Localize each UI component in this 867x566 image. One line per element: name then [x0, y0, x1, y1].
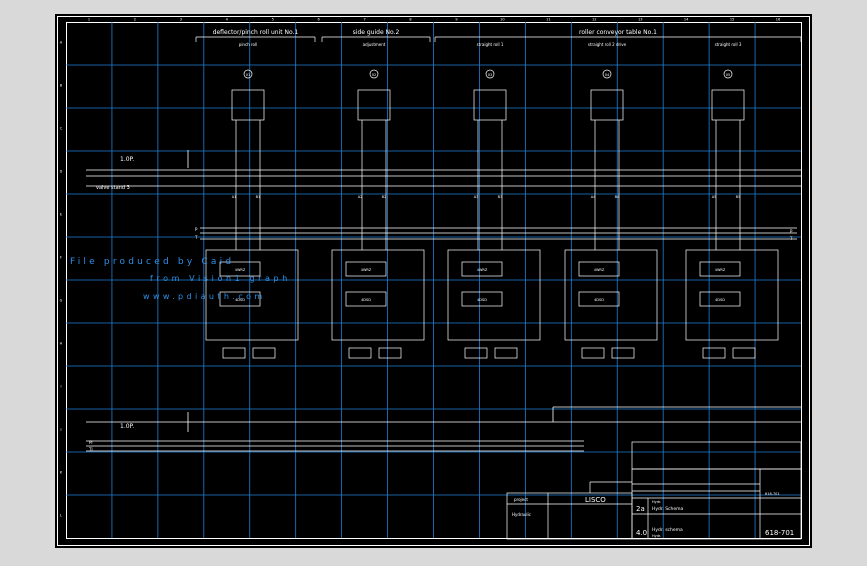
watermark-line-3: www.pdiauth.com [143, 292, 266, 301]
port-b-label: B1 [256, 195, 261, 199]
section-title: roller conveyor table No.1 [579, 29, 657, 36]
line-t-right: T [789, 236, 793, 241]
grid-row-ref: I [60, 385, 61, 389]
hydraulic-schematic-sheet: deflector/pinch roll unit No.1 side guide… [55, 14, 812, 548]
revision-code-2: 4.0 [636, 529, 647, 537]
section-title: deflector/pinch roll unit No.1 [213, 29, 299, 36]
bottom-level-label: 1.0P. [120, 423, 134, 430]
grid-column-ref: 9 [455, 18, 457, 22]
port-b-label: B3 [498, 195, 503, 199]
title-line-1: Hydr. Schema [652, 506, 684, 512]
valve-type-label: 4WRZ [477, 268, 488, 272]
section-title: side guide No.2 [353, 29, 400, 36]
title-sub-1: Hydr. [652, 500, 661, 504]
port-b-label: B4 [615, 195, 620, 199]
port-a-label: A5 [712, 195, 717, 199]
project-label: project [514, 497, 528, 502]
grid-column-ref: 7 [363, 18, 365, 22]
actuator-title: adjustment [363, 42, 386, 47]
actuator-tag: 05 [726, 73, 730, 77]
port-a-label: A4 [591, 195, 596, 199]
line-pl-label: Pl [89, 440, 93, 445]
grid-column-ref: 10 [500, 18, 504, 22]
language-code: LISCO [585, 496, 606, 504]
grid-column-ref: 12 [592, 18, 596, 22]
revision-code: 2a [636, 505, 645, 513]
drawing-number-small: 618-701 [765, 492, 780, 496]
grid-column-ref: 3 [180, 18, 182, 22]
watermark-line-2: from Vision1 graph [150, 274, 291, 283]
valve-type-label: 4WRZ [594, 268, 605, 272]
valve-type-label: 4DSD [477, 298, 487, 302]
grid-column-ref: 16 [776, 18, 780, 22]
valve-type-label: 4DSD [715, 298, 725, 302]
port-b-label: B2 [382, 195, 387, 199]
grid-row-ref: D [60, 170, 63, 174]
grid-column-ref: 1 [88, 18, 90, 22]
grid-column-ref: 11 [546, 18, 550, 22]
valve-type-label: 4WRZ [715, 268, 726, 272]
actuator-title: straight roll 1 [477, 42, 504, 47]
actuator-tag: 01 [246, 73, 250, 77]
port-b-label: B5 [736, 195, 741, 199]
valve-type-label: 4DSD [361, 298, 371, 302]
grid-column-ref: 6 [318, 18, 320, 22]
valve-type-label: 4DSD [594, 298, 604, 302]
title-sub-2: Hydr. [652, 534, 661, 538]
valve-type-label: 4WRZ [361, 268, 372, 272]
line-t-left: T [194, 235, 198, 240]
actuator-title: pinch roll [239, 42, 257, 47]
grid-row-ref: G [60, 299, 63, 303]
grid-row-ref: H [60, 342, 63, 346]
grid-column-ref: 14 [684, 18, 689, 22]
grid-column-ref: 2 [134, 18, 136, 22]
cad-viewport[interactable]: deflector/pinch roll unit No.1 side guide… [0, 0, 867, 562]
valve-type-label: 4WRZ [235, 268, 246, 272]
grid-column-ref: 13 [638, 18, 642, 22]
grid-row-ref: L [60, 514, 62, 518]
grid-column-ref: 8 [409, 18, 411, 22]
actuator-tag: 02 [372, 73, 376, 77]
top-level-label: 1.0P. [120, 156, 134, 163]
grid-row-ref: F [60, 256, 62, 260]
valve-stand-label: valve stand 3 [96, 185, 130, 191]
port-a-label: A2 [358, 195, 363, 199]
grid-row-ref: E [60, 213, 62, 217]
port-a-label: A1 [232, 195, 237, 199]
drawing-number: 618-701 [765, 529, 794, 537]
line-tl-label: Tl [88, 447, 93, 452]
grid-column-ref: 5 [272, 18, 274, 22]
actuator-title: straight roll 3 [715, 42, 742, 47]
actuator-title: straight roll 2 drive [588, 42, 627, 47]
grid-column-ref: 15 [730, 18, 734, 22]
actuator-tag: 03 [488, 73, 492, 77]
grid-row-ref: J [59, 428, 61, 432]
port-a-label: A3 [474, 195, 479, 199]
watermark-line-1: File produced by Caid [70, 257, 234, 267]
actuator-tag: 04 [605, 73, 610, 77]
title-line-2: Hydr. schema [652, 527, 683, 533]
hydraulic-label: Hydraulic [512, 512, 531, 517]
